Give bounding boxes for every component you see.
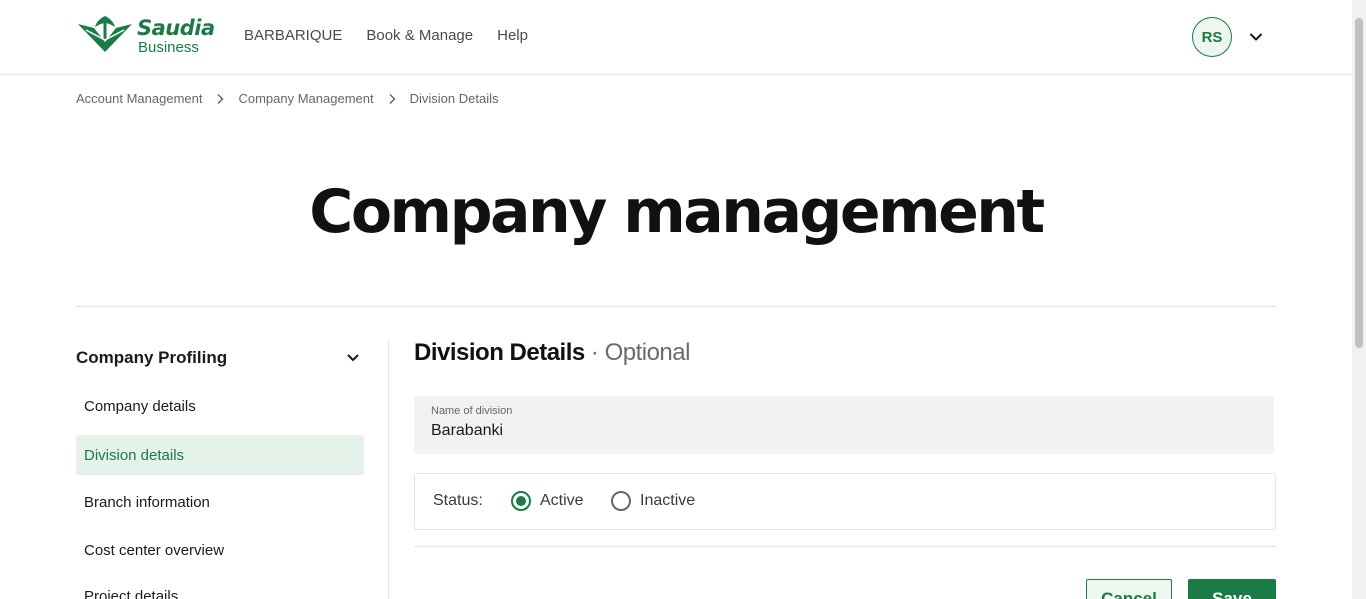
division-name-label: Name of division	[431, 405, 513, 417]
top-header: Saudia Business BARBARIQUE Book & Manage…	[0, 0, 1352, 75]
breadcrumb-account-management[interactable]: Account Management	[76, 91, 202, 106]
division-name-field[interactable]: Name of division	[414, 396, 1274, 454]
page-title: Company management	[309, 177, 1045, 247]
company-profiling-sidebar: Company Profiling Company details Divisi…	[76, 340, 366, 599]
brand-subtitle: Business	[138, 39, 199, 56]
save-button[interactable]: Save	[1188, 579, 1276, 599]
breadcrumb-company-management[interactable]: Company Management	[238, 91, 373, 106]
sidebar-item-company-details[interactable]: Company details	[76, 386, 364, 426]
nav-barbarique[interactable]: BARBARIQUE	[244, 27, 342, 45]
divider	[414, 546, 1276, 547]
status-label: Status:	[433, 492, 483, 509]
sidebar-section-toggle[interactable]: Company Profiling	[76, 340, 366, 376]
sidebar-item-branch-information[interactable]: Branch information	[76, 482, 364, 522]
vertical-divider	[388, 340, 389, 599]
radio-unchecked-icon[interactable]	[611, 491, 631, 511]
saudia-business-logo[interactable]: Saudia Business	[76, 14, 216, 58]
chevron-right-icon	[202, 92, 238, 106]
breadcrumb-division-details: Division Details	[409, 91, 499, 106]
status-group: Status: Active Inactive	[414, 473, 1276, 530]
optional-tag: Optional	[604, 339, 691, 366]
nav-help[interactable]: Help	[497, 27, 528, 45]
division-name-input[interactable]	[431, 422, 1251, 440]
breadcrumb: Account Management Company Management Di…	[76, 91, 498, 106]
cancel-button[interactable]: Cancel	[1086, 579, 1172, 599]
sidebar-item-project-details[interactable]: Project details	[76, 576, 364, 599]
status-inactive-label[interactable]: Inactive	[640, 492, 695, 510]
chevron-right-icon	[374, 92, 410, 106]
divider	[76, 306, 1276, 307]
palm-swords-logo-icon	[78, 16, 132, 52]
chevron-down-icon[interactable]	[1248, 29, 1264, 45]
sidebar-item-cost-center-overview[interactable]: Cost center overview	[76, 530, 364, 570]
nav-book-manage[interactable]: Book & Manage	[366, 27, 473, 45]
status-inactive-radio[interactable]: Inactive	[611, 491, 695, 511]
status-active-label[interactable]: Active	[540, 492, 584, 510]
scrollbar-thumb[interactable]	[1355, 18, 1363, 348]
section-title-text: Division Details	[414, 339, 585, 366]
section-title: Division Details · Optional	[414, 339, 691, 366]
sidebar-heading: Company Profiling	[76, 348, 228, 367]
user-avatar[interactable]: RS	[1192, 17, 1232, 57]
brand-name: Saudia	[137, 16, 215, 40]
status-active-radio[interactable]: Active	[511, 491, 584, 511]
sidebar-item-division-details[interactable]: Division details	[76, 435, 364, 475]
radio-checked-icon[interactable]	[511, 491, 531, 511]
main-nav: BARBARIQUE Book & Manage Help	[244, 27, 528, 45]
chevron-down-icon	[347, 354, 359, 361]
